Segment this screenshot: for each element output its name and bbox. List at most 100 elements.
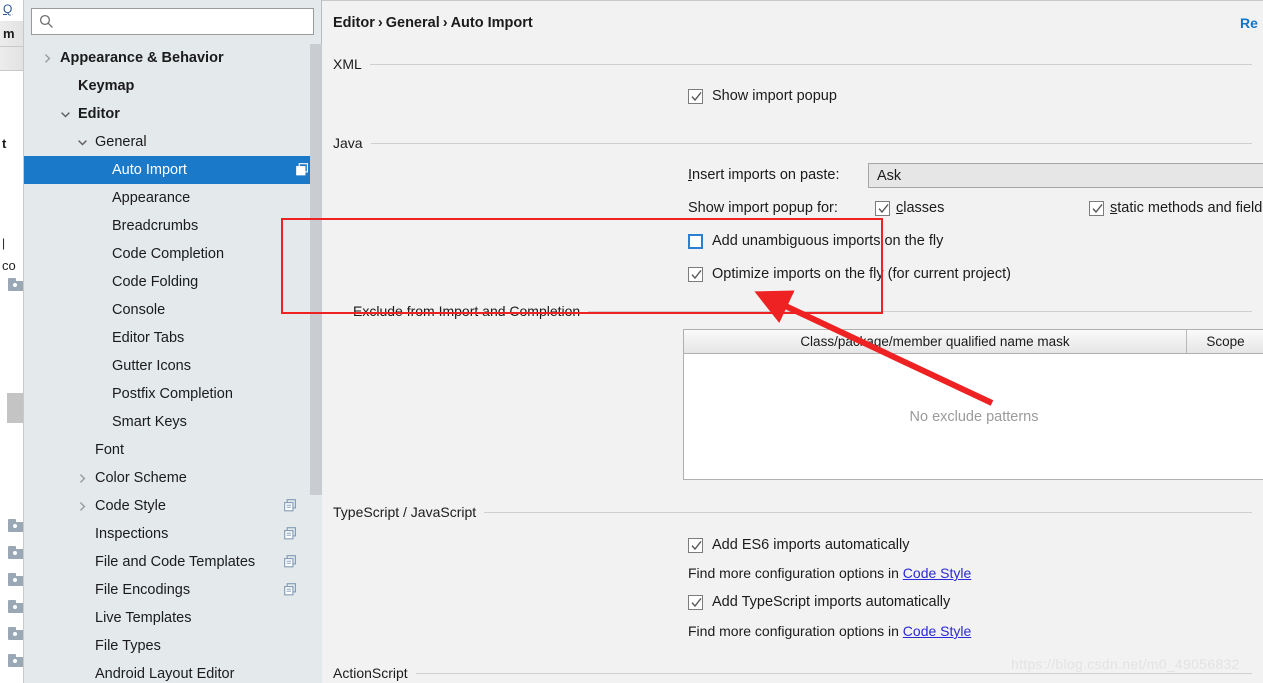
- checkbox-label-rest: tatic methods and fields: [1117, 200, 1263, 216]
- left-strip-scrollbar-thumb[interactable]: [7, 393, 23, 423]
- checkbox-box[interactable]: [688, 88, 703, 104]
- sidebar-item-file-and-code-templates[interactable]: File and Code Templates: [24, 548, 310, 576]
- settings-tree: Appearance & Behavior Keymap Editor General…: [24, 44, 310, 683]
- checkbox-box[interactable]: [688, 233, 703, 249]
- code-style-link[interactable]: Code Style: [903, 565, 971, 581]
- sidebar-item-auto-import[interactable]: Auto Import: [24, 156, 310, 184]
- insert-imports-on-paste-select[interactable]: Ask: [868, 163, 1263, 188]
- exclude-patterns-table[interactable]: Class/package/member qualified name mask…: [683, 329, 1263, 480]
- checkbox-add-typescript-imports[interactable]: Add TypeScript imports automatically: [688, 594, 950, 610]
- typescript-code-style-hint: Find more configuration options in Code …: [688, 623, 971, 639]
- sidebar-item-code-style[interactable]: Code Style: [24, 492, 310, 520]
- chevron-down-icon[interactable]: [75, 135, 89, 149]
- sidebar-item-breadcrumbs[interactable]: Breadcrumbs: [24, 212, 310, 240]
- checkbox-add-unambiguous-imports[interactable]: Add unambiguous imports on the fly: [688, 233, 943, 249]
- checkbox-show-import-popup[interactable]: Show import popup: [688, 88, 837, 104]
- settings-main-pane: Editor › General › Auto Import Re XML Show i…: [322, 0, 1263, 683]
- folder-icon[interactable]: [8, 600, 23, 613]
- checkbox-static-methods-and-fields[interactable]: static methods and fields: [1089, 200, 1263, 216]
- tree-scrollbar[interactable]: [310, 44, 322, 683]
- sidebar-item-label: File and Code Templates: [95, 554, 256, 570]
- folder-icon[interactable]: [8, 573, 23, 586]
- sidebar-item-smart-keys[interactable]: Smart Keys: [24, 408, 310, 436]
- sidebar-item-label: Code Completion: [112, 246, 225, 262]
- sidebar-item-label: Gutter Icons: [112, 358, 191, 374]
- folder-icon[interactable]: [8, 654, 23, 667]
- sidebar-item-label: Color Scheme: [95, 470, 187, 486]
- sidebar-item-general[interactable]: General: [24, 128, 310, 156]
- sidebar-item-console[interactable]: Console: [24, 296, 310, 324]
- sidebar-item-code-completion[interactable]: Code Completion: [24, 240, 310, 268]
- section-label-actionscript: ActionScript: [333, 665, 408, 681]
- sidebar-item-label: Keymap: [78, 78, 135, 94]
- left-strip-tab-m-label: m: [3, 26, 15, 41]
- sidebar-item-android-layout-editor[interactable]: Android Layout Editor: [24, 660, 310, 683]
- sidebar-item-label: Code Style: [95, 498, 166, 514]
- sidebar-item-label: Inspections: [95, 526, 169, 542]
- sidebar-item-label: Live Templates: [95, 610, 192, 626]
- sidebar-item-editor[interactable]: Editor: [24, 100, 310, 128]
- sidebar-item-appearance-behavior[interactable]: Appearance & Behavior: [24, 44, 310, 72]
- section-label-xml: XML: [333, 56, 362, 72]
- copy-settings-icon[interactable]: [284, 555, 298, 569]
- chevron-right-icon[interactable]: [40, 51, 54, 65]
- section-header-typescript: TypeScript / JavaScript: [322, 503, 1263, 521]
- code-style-link[interactable]: Code Style: [903, 623, 971, 639]
- sidebar-item-font[interactable]: Font: [24, 436, 310, 464]
- folder-icon[interactable]: [8, 627, 23, 640]
- chevron-down-icon[interactable]: [58, 107, 72, 121]
- checkbox-box[interactable]: [875, 200, 890, 216]
- checkbox-box[interactable]: [688, 594, 703, 610]
- copy-settings-icon[interactable]: [284, 527, 298, 541]
- checkbox-add-es6-imports[interactable]: Add ES6 imports automatically: [688, 537, 909, 553]
- search-box[interactable]: [31, 8, 314, 35]
- checkbox-box[interactable]: [1089, 200, 1104, 216]
- sidebar-item-inspections[interactable]: Inspections: [24, 520, 310, 548]
- breadcrumb-part-1[interactable]: Editor: [333, 15, 375, 31]
- column-header-scope[interactable]: Scope: [1187, 330, 1263, 353]
- search-input[interactable]: [59, 11, 289, 32]
- sidebar-item-postfix-completion[interactable]: Postfix Completion: [24, 380, 310, 408]
- column-header-mask[interactable]: Class/package/member qualified name mask: [684, 330, 1187, 353]
- folder-icon[interactable]: [8, 278, 23, 291]
- folder-icon[interactable]: [8, 546, 23, 559]
- sidebar-item-label: Editor: [78, 106, 120, 122]
- copy-settings-icon[interactable]: [296, 163, 310, 177]
- copy-settings-icon[interactable]: [284, 499, 298, 513]
- checkbox-box[interactable]: [688, 537, 703, 553]
- breadcrumb-part-2[interactable]: General: [386, 15, 440, 31]
- watermark: https://blog.csdn.net/m0_49056832: [1011, 656, 1240, 672]
- checkbox-label: Add unambiguous imports on the fly: [712, 233, 944, 249]
- checkbox-label: Show import popup: [712, 88, 837, 104]
- left-strip-link[interactable]: Q: [3, 2, 12, 16]
- top-divider: [322, 0, 1263, 1]
- sidebar-item-keymap[interactable]: Keymap: [24, 72, 310, 100]
- sidebar-item-file-encodings[interactable]: File Encodings: [24, 576, 310, 604]
- breadcrumb-separator: ›: [377, 15, 383, 31]
- section-label-java: Java: [333, 135, 363, 151]
- left-strip-tab-m[interactable]: m: [0, 21, 23, 47]
- sidebar-item-color-scheme[interactable]: Color Scheme: [24, 464, 310, 492]
- copy-settings-icon[interactable]: [284, 583, 298, 597]
- sidebar-item-code-folding[interactable]: Code Folding: [24, 268, 310, 296]
- sidebar-item-editor-tabs[interactable]: Editor Tabs: [24, 324, 310, 352]
- sidebar-item-file-types[interactable]: File Types: [24, 632, 310, 660]
- sidebar-item-gutter-icons[interactable]: Gutter Icons: [24, 352, 310, 380]
- chevron-right-icon[interactable]: [75, 499, 89, 513]
- left-strip-tab-blank[interactable]: [0, 47, 23, 71]
- checkbox-classes[interactable]: classes: [875, 200, 944, 216]
- left-strip-text-i: |: [2, 236, 6, 250]
- checkbox-optimize-imports-on-the-fly[interactable]: Optimize imports on the fly (for current…: [688, 266, 1011, 282]
- checkbox-box[interactable]: [688, 266, 703, 282]
- checkbox-label: Optimize imports on the fly (for current…: [712, 266, 1011, 282]
- section-label-exclude: Exclude from Import and Completion: [353, 303, 581, 319]
- sidebar-item-appearance[interactable]: Appearance: [24, 184, 310, 212]
- exclude-table-empty-text: No exclude patterns: [909, 408, 1039, 425]
- sidebar-item-label: Appearance & Behavior: [60, 50, 224, 66]
- reset-link[interactable]: Re: [1240, 15, 1258, 31]
- tree-scrollbar-thumb[interactable]: [310, 44, 322, 495]
- chevron-right-icon[interactable]: [75, 471, 89, 485]
- sidebar-item-label: File Types: [95, 638, 161, 654]
- sidebar-item-live-templates[interactable]: Live Templates: [24, 604, 310, 632]
- folder-icon[interactable]: [8, 519, 23, 532]
